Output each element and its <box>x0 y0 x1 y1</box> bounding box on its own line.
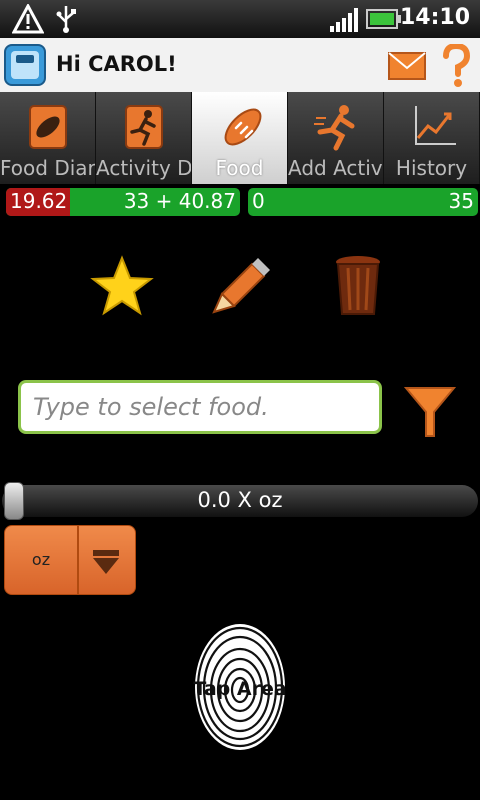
activity-start-value: 0 <box>252 189 265 213</box>
scale-icon[interactable] <box>4 44 46 86</box>
tab-add-activity[interactable]: Add Activity <box>288 92 384 184</box>
page-title: Hi CAROL! <box>56 52 177 76</box>
unit-value: oz <box>31 550 51 569</box>
star-icon[interactable] <box>90 254 154 318</box>
bread-icon <box>224 108 262 146</box>
tab-activity-diary[interactable]: Activity Diary <box>96 92 192 184</box>
tab-label: Food Diary <box>0 156 96 180</box>
tab-history[interactable]: History <box>384 92 480 184</box>
usb-icon <box>56 6 76 33</box>
signal-icon <box>330 8 358 32</box>
unit-divider <box>77 526 79 594</box>
help-icon[interactable] <box>442 44 470 88</box>
activity-end-value: 35 <box>448 189 474 213</box>
runner-icon <box>314 105 355 151</box>
bread-scroll-icon <box>29 105 67 149</box>
calorie-progress-bar: 19.62 33 + 40.87 <box>6 188 240 216</box>
consumed-value: 19.62 <box>10 189 68 213</box>
tab-label: Add Activity <box>288 156 383 180</box>
unit-selector[interactable]: oz <box>4 525 136 595</box>
dropdown-arrow-icon <box>93 550 119 574</box>
tab-food-diary[interactable]: Food Diary <box>0 92 96 184</box>
mail-icon[interactable] <box>388 52 426 80</box>
tap-area-label: Tap Area <box>193 678 287 700</box>
trash-icon[interactable] <box>326 254 390 318</box>
filter-icon[interactable] <box>404 384 456 440</box>
food-search-field <box>18 380 382 434</box>
tab-food[interactable]: Food <box>192 92 288 184</box>
warning-icon <box>12 4 44 34</box>
pencil-icon[interactable] <box>208 254 272 318</box>
quantity-value: 0.0 X oz <box>197 488 283 512</box>
status-bar: 14:10 <box>0 0 480 38</box>
tab-label: Food <box>215 156 264 180</box>
tab-label: History <box>395 156 468 180</box>
chart-icon <box>415 106 456 145</box>
battery-icon <box>366 9 401 29</box>
budget-summary: 33 + 40.87 <box>123 189 236 213</box>
tab-bar: Food Diary Activity Diary Food Add Activ… <box>0 92 480 184</box>
tab-label: Activity Diary <box>96 156 192 180</box>
runner-scroll-icon <box>125 105 163 149</box>
activity-progress-bar: 0 35 <box>248 188 478 216</box>
app-header: Hi CAROL! <box>0 38 480 92</box>
status-time: 14:10 <box>399 5 470 30</box>
tap-area[interactable]: Tap Area <box>190 620 290 755</box>
food-search-input[interactable] <box>21 383 379 431</box>
quantity-slider[interactable]: 0.0 X oz <box>2 482 478 520</box>
